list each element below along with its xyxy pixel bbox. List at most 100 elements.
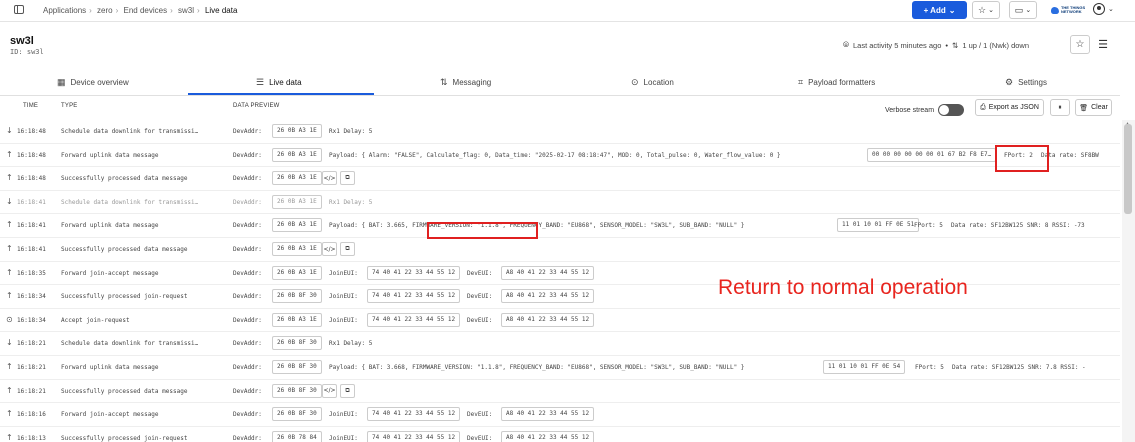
table-row[interactable]: ⊙ 16:18:34 Accept join-request DevAddr: 26 0… — [0, 309, 1120, 333]
row-time: 16:18:41 — [17, 246, 46, 253]
tab-payload-formatters[interactable]: ⌗ Payload formatters — [798, 68, 875, 96]
table-row[interactable]: ↑ 16:18:21 Successfully processed data mes… — [0, 380, 1120, 404]
top-bar: Applications › zero › End devices › sw3l › L… — [0, 0, 1135, 22]
arrows-icon: ⇅ — [440, 76, 448, 87]
verbose-toggle[interactable] — [938, 104, 965, 116]
star-icon: ☆ — [1075, 39, 1085, 50]
breadcrumb-app[interactable]: zero — [97, 6, 113, 15]
table-row[interactable]: ↑ 16:18:13 Successfully processed join-req… — [0, 427, 1120, 442]
breadcrumb-applications[interactable]: Applications — [43, 6, 86, 15]
tab-live-data[interactable]: ☰ Live data — [256, 68, 302, 96]
tab-label: Live data — [269, 77, 302, 87]
join-icon: ⊙ — [6, 314, 13, 324]
devaddr-value[interactable]: 26 0B 8F 30 — [272, 360, 322, 374]
devaddr-value[interactable]: 26 0B A3 1E — [272, 218, 322, 233]
row-type: Accept join-request — [61, 316, 130, 324]
joineui-value[interactable]: 74 40 41 22 33 44 55 12 — [367, 430, 461, 442]
add-button[interactable]: + Add ⌄ — [912, 1, 967, 19]
devaddr-value[interactable]: 26 0B A3 1E — [272, 147, 322, 162]
deveui-value[interactable]: A8 40 41 22 33 44 55 12 — [501, 265, 595, 280]
copy-icon[interactable]: ⧉ — [340, 171, 355, 186]
deveui-label: DevEUI: — [467, 411, 493, 419]
row-preview: Rx1 Delay: 5 — [329, 128, 373, 135]
updown-icon: ⇅ — [952, 40, 959, 50]
table-row[interactable]: ↑ 16:18:48 Successfully processed data mes… — [0, 167, 1120, 191]
copy-icon[interactable]: ⧉ — [340, 242, 355, 256]
deveui-value[interactable]: A8 40 41 22 33 44 55 12 — [501, 312, 595, 327]
devaddr-value[interactable]: 26 0B 8F 30 — [272, 289, 322, 304]
joineui-value[interactable]: 74 40 41 22 33 44 55 12 — [367, 312, 461, 327]
devaddr-value[interactable]: 26 0B 8F 30 — [272, 336, 322, 351]
chevron-down-icon[interactable]: ⌄ — [1108, 5, 1114, 13]
breadcrumb-device[interactable]: sw3l — [178, 6, 194, 15]
deveui-value[interactable]: A8 40 41 22 33 44 55 12 — [501, 407, 595, 422]
more-menu-button[interactable]: ☰ — [1094, 35, 1112, 54]
row-time: 16:18:16 — [17, 411, 46, 419]
devaddr-value[interactable]: 26 0B A3 1E — [272, 171, 322, 186]
pause-button[interactable]: ⏸ — [1050, 99, 1070, 116]
bookmarks-button[interactable]: ☆ ⌄ — [972, 1, 1000, 19]
favorite-button[interactable]: ☆ — [1070, 35, 1090, 54]
tab-location[interactable]: ⊙ Location — [631, 68, 674, 96]
inbox-icon: ▭ — [1014, 4, 1024, 15]
copy-icon[interactable]: ⧉ — [340, 383, 355, 398]
deveui-value[interactable]: A8 40 41 22 33 44 55 12 — [501, 430, 595, 442]
table-row[interactable]: ↑ 16:18:16 Forward join-accept message DevA… — [0, 403, 1120, 427]
deveui-value[interactable]: A8 40 41 22 33 44 55 12 — [501, 289, 595, 304]
user-avatar-icon[interactable] — [1093, 3, 1105, 15]
table-row[interactable]: ↑ 16:18:41 Successfully processed data mes… — [0, 238, 1120, 262]
table-row[interactable]: ↓ 16:18:41 Schedule data downlink for tran… — [0, 191, 1120, 215]
devaddr-value[interactable]: 26 0B 8F 30 — [272, 407, 322, 422]
devaddr-label: DevAddr: — [233, 175, 262, 183]
sidebar-toggle-icon[interactable] — [14, 5, 24, 14]
tab-device-overview[interactable]: ▦ Device overview — [57, 68, 129, 96]
joineui-label: JoinEUI: — [329, 269, 358, 277]
row-type: Successfully processed data message — [61, 175, 188, 183]
joineui-label: JoinEUI: — [329, 316, 358, 324]
breadcrumb-end-devices[interactable]: End devices — [124, 6, 168, 15]
joineui-value[interactable]: 74 40 41 22 33 44 55 12 — [367, 265, 461, 280]
code-icon[interactable]: </> — [322, 242, 337, 256]
table-row[interactable]: ↑ 16:18:21 Forward uplink data message DevA… — [0, 356, 1120, 380]
devaddr-value[interactable]: 26 0B 78 84 — [272, 430, 322, 442]
table-row[interactable]: ↓ 16:18:48 Schedule data downlink for tran… — [0, 120, 1120, 144]
notifications-button[interactable]: ▭ ⌄ — [1009, 1, 1037, 19]
table-row[interactable]: ↑ 16:18:48 Forward uplink data message DevA… — [0, 144, 1120, 168]
tab-messaging[interactable]: ⇅ Messaging — [440, 68, 491, 96]
devaddr-value[interactable]: 26 0B A3 1E — [272, 124, 322, 138]
annotation-text: Return to normal operation — [718, 276, 968, 299]
joineui-value[interactable]: 74 40 41 22 33 44 55 12 — [367, 289, 461, 304]
cloud-logo-icon — [1051, 6, 1059, 14]
scrollbar-thumb[interactable] — [1124, 124, 1132, 214]
row-time: 16:18:13 — [17, 434, 46, 442]
raw-payload-value[interactable]: 00 00 00 00 00 00 01 67 B2 F8 E7… — [867, 147, 997, 162]
export-label: Export as JSON — [988, 104, 1039, 111]
table-row[interactable]: ↑ 16:18:41 Forward uplink data message DevA… — [0, 214, 1120, 238]
code-icon[interactable]: </> — [322, 171, 337, 186]
raw-payload-value[interactable]: 11 01 10 01 FF 0E 54 — [823, 360, 906, 374]
tab-label: Settings — [1018, 77, 1047, 87]
arrow-up-icon: ↑ — [6, 244, 13, 253]
column-header-preview: DATA PREVIEW — [233, 103, 280, 109]
row-time: 16:18:34 — [17, 293, 46, 301]
table-row[interactable]: ↓ 16:18:21 Schedule data downlink for tran… — [0, 332, 1120, 356]
clear-button[interactable]: 🗑 Clear — [1075, 99, 1112, 116]
joineui-value[interactable]: 74 40 41 22 33 44 55 12 — [367, 407, 461, 422]
export-json-button[interactable]: ⎙ Export as JSON — [975, 99, 1044, 116]
devaddr-value[interactable]: 26 0B A3 1E — [272, 242, 322, 256]
deveui-label: DevEUI: — [467, 293, 493, 301]
row-type: Schedule data downlink for transmissi… — [61, 340, 199, 348]
devaddr-value[interactable]: 26 0B A3 1E — [272, 265, 322, 280]
tab-settings[interactable]: ⚙ Settings — [1005, 68, 1047, 96]
arrow-up-icon: ↑ — [6, 362, 13, 371]
device-status: ⦾ Last activity 5 minutes ago • ⇅ 1 up /… — [843, 40, 1029, 50]
row-type: Forward join-accept message — [61, 269, 159, 277]
devaddr-value[interactable]: 26 0B A3 1E — [272, 194, 322, 209]
raw-payload-value[interactable]: 11 01 10 01 FF 0E 51 — [837, 218, 920, 233]
arrow-up-icon: ↑ — [6, 173, 13, 183]
row-time: 16:18:34 — [17, 316, 46, 324]
devaddr-value[interactable]: 26 0B 8F 30 — [272, 383, 322, 398]
last-activity: Last activity 5 minutes ago — [853, 40, 942, 50]
devaddr-value[interactable]: 26 0B A3 1E — [272, 312, 322, 327]
code-icon[interactable]: </> — [322, 383, 337, 398]
